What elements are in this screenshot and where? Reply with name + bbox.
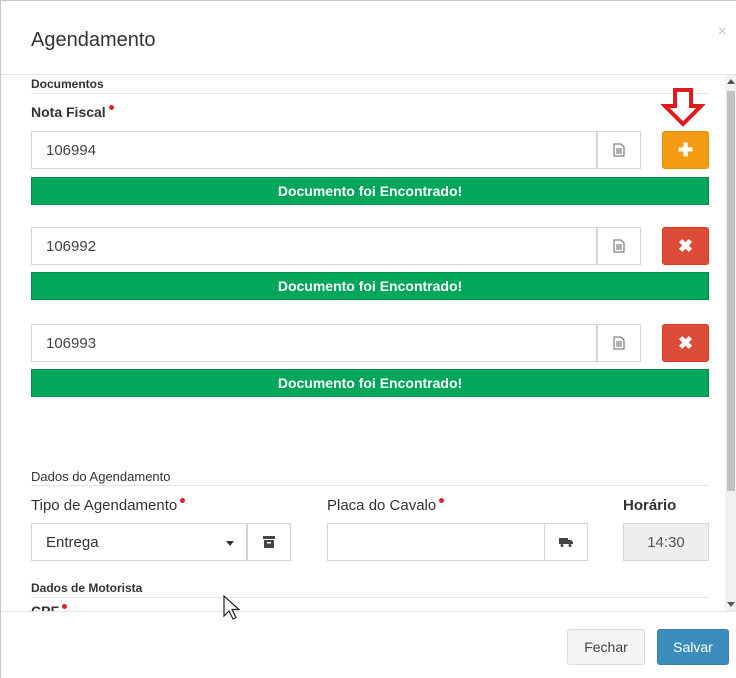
tipo-agendamento-select[interactable]: Entrega: [31, 523, 247, 561]
document-icon[interactable]: [597, 227, 641, 265]
required-dot: [108, 105, 114, 110]
archive-icon[interactable]: [247, 523, 291, 561]
section-title-agendamento: Dados do Agendamento: [31, 469, 171, 484]
tipo-agendamento-label-text: Tipo de Agendamento: [31, 497, 178, 514]
required-dot: [439, 498, 445, 503]
document-found-status-1: Documento foi Encontrado!: [31, 177, 709, 205]
close-icon[interactable]: ×: [718, 23, 727, 41]
document-found-status-2: Documento foi Encontrado!: [31, 272, 709, 300]
mouse-cursor-icon: [223, 595, 241, 620]
cpf-label: CPF: [31, 603, 67, 611]
truck-icon[interactable]: [544, 523, 588, 561]
add-document-button[interactable]: ✚: [662, 131, 709, 169]
remove-document-button[interactable]: ✖: [662, 227, 709, 265]
section-divider: [31, 485, 709, 486]
scrollbar[interactable]: [725, 75, 736, 611]
modal-body: Documentos Nota Fiscal 106994 ✚ Document…: [1, 75, 736, 611]
required-dot: [180, 498, 186, 503]
tipo-agendamento-value: Entrega: [46, 534, 99, 551]
modal-footer: Fechar Salvar: [1, 611, 736, 678]
horario-field: 14:30: [623, 523, 709, 561]
required-dot: [62, 604, 67, 609]
document-icon[interactable]: [597, 324, 641, 362]
red-down-arrow-icon: [661, 88, 705, 127]
nota-fiscal-input-2[interactable]: 106992: [31, 227, 597, 265]
close-button[interactable]: Fechar: [567, 629, 645, 665]
nota-fiscal-label: Nota Fiscal: [31, 104, 114, 120]
scroll-down-icon[interactable]: [727, 602, 735, 607]
chevron-down-icon: [226, 541, 234, 546]
nota-fiscal-label-text: Nota Fiscal: [31, 104, 106, 120]
document-icon[interactable]: [597, 131, 641, 169]
placa-cavalo-input[interactable]: [327, 523, 545, 561]
remove-document-button[interactable]: ✖: [662, 324, 709, 362]
section-title-documentos: Documentos: [31, 77, 104, 91]
scroll-thumb[interactable]: [727, 91, 735, 491]
tipo-agendamento-label: Tipo de Agendamento: [31, 497, 186, 514]
document-found-status-3: Documento foi Encontrado!: [31, 369, 709, 397]
section-title-motorista: Dados de Motorista: [31, 581, 143, 595]
modal-header: Agendamento ×: [1, 1, 736, 75]
horario-label: Horário: [623, 497, 677, 514]
section-divider: [31, 597, 709, 598]
placa-cavalo-label-text: Placa do Cavalo: [327, 497, 437, 514]
cpf-label-text: CPF: [31, 603, 59, 611]
agendamento-modal: Agendamento × Documentos Nota Fiscal 106…: [0, 0, 736, 678]
save-button[interactable]: Salvar: [657, 629, 729, 665]
section-divider: [31, 93, 709, 94]
scroll-up-icon[interactable]: [727, 79, 735, 84]
nota-fiscal-input-3[interactable]: 106993: [31, 324, 597, 362]
placa-cavalo-label: Placa do Cavalo: [327, 497, 445, 514]
nota-fiscal-input-1[interactable]: 106994: [31, 131, 597, 169]
modal-title: Agendamento: [31, 29, 156, 51]
